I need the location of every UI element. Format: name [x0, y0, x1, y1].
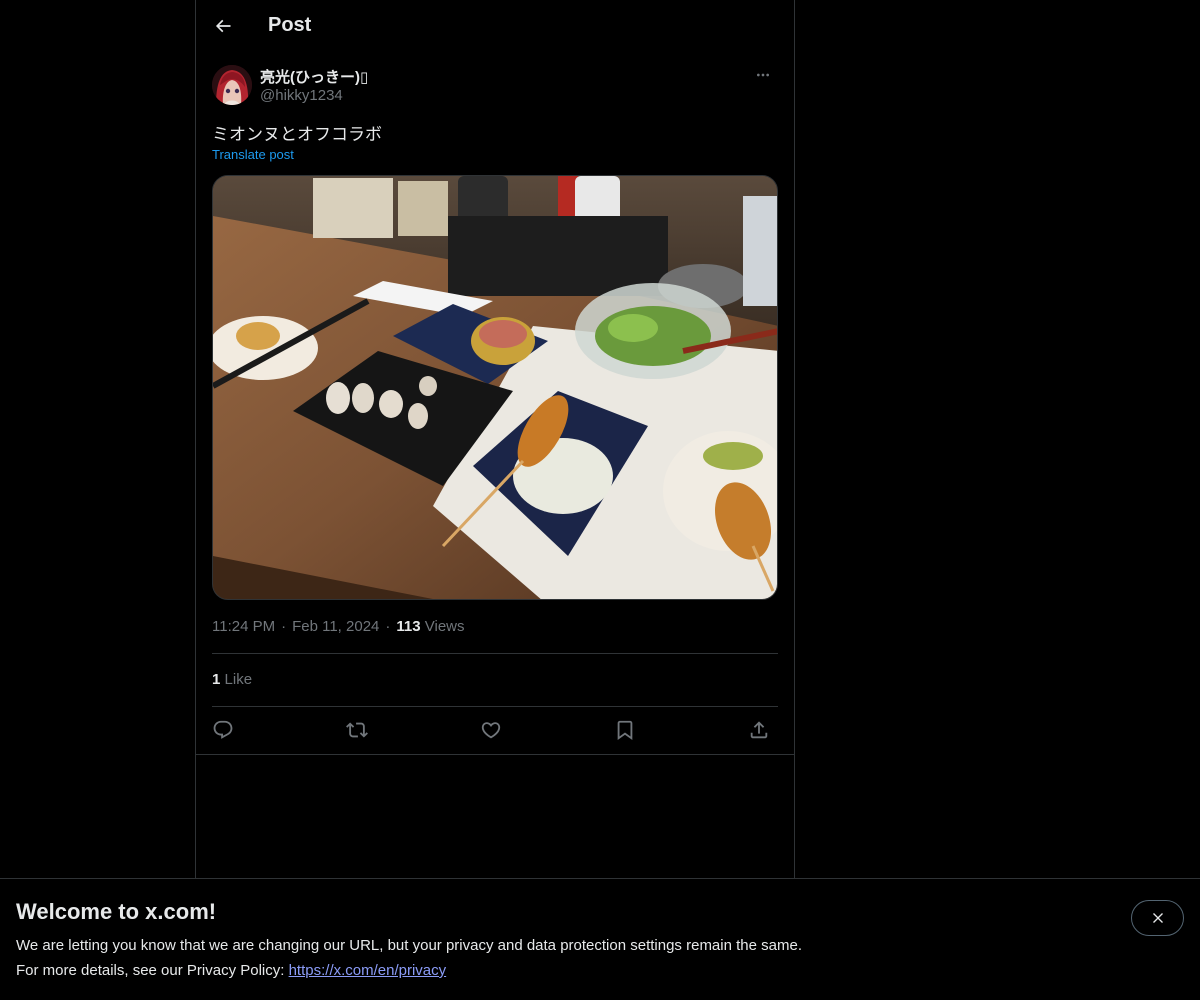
- page-title: Post: [268, 14, 312, 36]
- translate-post-link[interactable]: Translate post: [212, 147, 294, 162]
- meta-separator: ·: [281, 618, 287, 635]
- reply-icon: [213, 720, 233, 739]
- likes-number: 1: [212, 671, 221, 688]
- avatar[interactable]: [212, 65, 252, 105]
- post-meta: 11:24 PM · Feb 11, 2024 · 113 Views: [212, 618, 465, 635]
- bookmark-button[interactable]: [608, 712, 642, 748]
- post-media[interactable]: [212, 175, 778, 600]
- post-date[interactable]: Feb 11, 2024: [292, 618, 379, 635]
- welcome-banner: Welcome to x.com! We are letting you kno…: [0, 878, 1200, 1000]
- post-actions: [212, 712, 778, 748]
- meta-separator: ·: [385, 618, 391, 635]
- arrow-left-icon: [215, 19, 231, 33]
- post-author: 亮光(ひっきー)▯ @hikky1234: [212, 64, 778, 106]
- author-display-name[interactable]: 亮光(ひっきー)▯: [260, 66, 368, 87]
- banner-message: We are letting you know that we are chan…: [16, 937, 802, 954]
- author-handle[interactable]: @hikky1234: [260, 87, 343, 104]
- reply-button[interactable]: [206, 712, 240, 748]
- post-text: ミオンヌとオフコラボ: [212, 125, 382, 144]
- banner-close-button[interactable]: [1131, 900, 1184, 936]
- like-button[interactable]: [474, 712, 508, 748]
- divider: [212, 653, 778, 654]
- privacy-policy-link[interactable]: https://x.com/en/privacy: [289, 962, 447, 979]
- divider: [196, 754, 794, 755]
- heart-icon: [481, 722, 501, 739]
- avatar-image: [212, 65, 252, 105]
- back-button[interactable]: [204, 7, 242, 45]
- banner-policy-line: For more details, see our Privacy Policy…: [16, 962, 446, 979]
- divider: [212, 706, 778, 707]
- views-label: Views: [424, 618, 465, 635]
- views-count: 113: [396, 618, 421, 635]
- likes-label: Like: [224, 671, 253, 688]
- close-icon: [1152, 913, 1163, 923]
- bookmark-icon: [617, 720, 633, 741]
- post-photo: [213, 176, 777, 599]
- banner-title: Welcome to x.com!: [16, 899, 217, 924]
- share-icon: [750, 721, 768, 739]
- banner-policy-prefix: For more details, see our Privacy Policy…: [16, 962, 289, 979]
- post-time[interactable]: 11:24 PM: [212, 618, 275, 635]
- repost-button[interactable]: [340, 712, 374, 748]
- more-options-button[interactable]: [748, 64, 778, 86]
- repost-icon: [346, 722, 368, 738]
- share-button[interactable]: [742, 712, 776, 748]
- likes-count[interactable]: 1 Like: [212, 671, 252, 688]
- more-horizontal-icon: [757, 73, 769, 77]
- post-header: Post: [196, 0, 794, 54]
- post-column: Post 亮光(ひっきー)▯ @hikky1234 ミオンヌとオフコラボ Tra…: [195, 0, 795, 1000]
